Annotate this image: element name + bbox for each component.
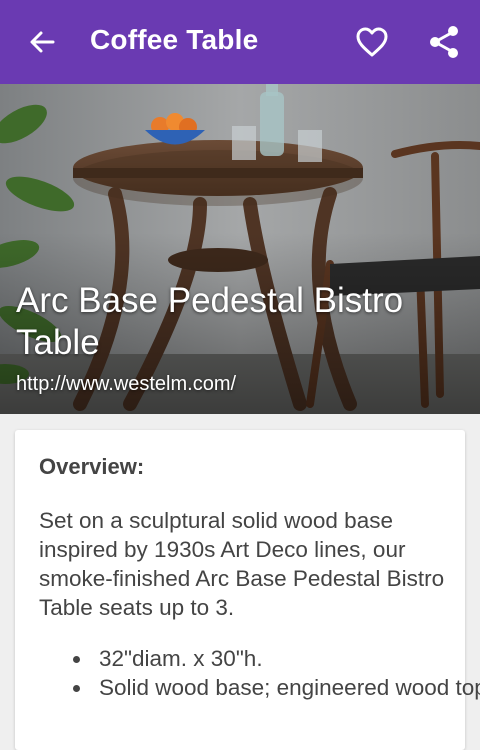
hero-gradient <box>0 84 480 414</box>
bullet-icon <box>73 685 80 692</box>
app-bar: Coffee Table <box>0 0 480 84</box>
list-item: Solid wood base; engineered wood top. <box>73 673 480 702</box>
details-card: Overview: Set on a sculptural solid wood… <box>15 430 480 750</box>
heart-outline-icon[interactable] <box>354 24 390 60</box>
page-title: Coffee Table <box>90 24 259 55</box>
product-description: Set on a sculptural solid wood base insp… <box>39 508 445 620</box>
product-url-link[interactable]: http://www.westelm.com/ <box>16 373 236 396</box>
arrow-left-icon[interactable] <box>26 26 58 58</box>
feature-list: 32"diam. x 30"h. Solid wood base; engine… <box>39 644 480 702</box>
overview-heading: Overview: <box>39 454 145 479</box>
product-name: Arc Base Pedestal Bistro Table <box>16 281 404 362</box>
feature-text: Solid wood base; engineered wood top. <box>99 675 480 700</box>
share-icon[interactable] <box>426 24 462 60</box>
list-item: 32"diam. x 30"h. <box>73 644 480 673</box>
bullet-icon <box>73 656 80 663</box>
feature-text: 32"diam. x 30"h. <box>99 646 263 671</box>
product-hero: Arc Base Pedestal Bistro Table http://ww… <box>0 84 480 414</box>
